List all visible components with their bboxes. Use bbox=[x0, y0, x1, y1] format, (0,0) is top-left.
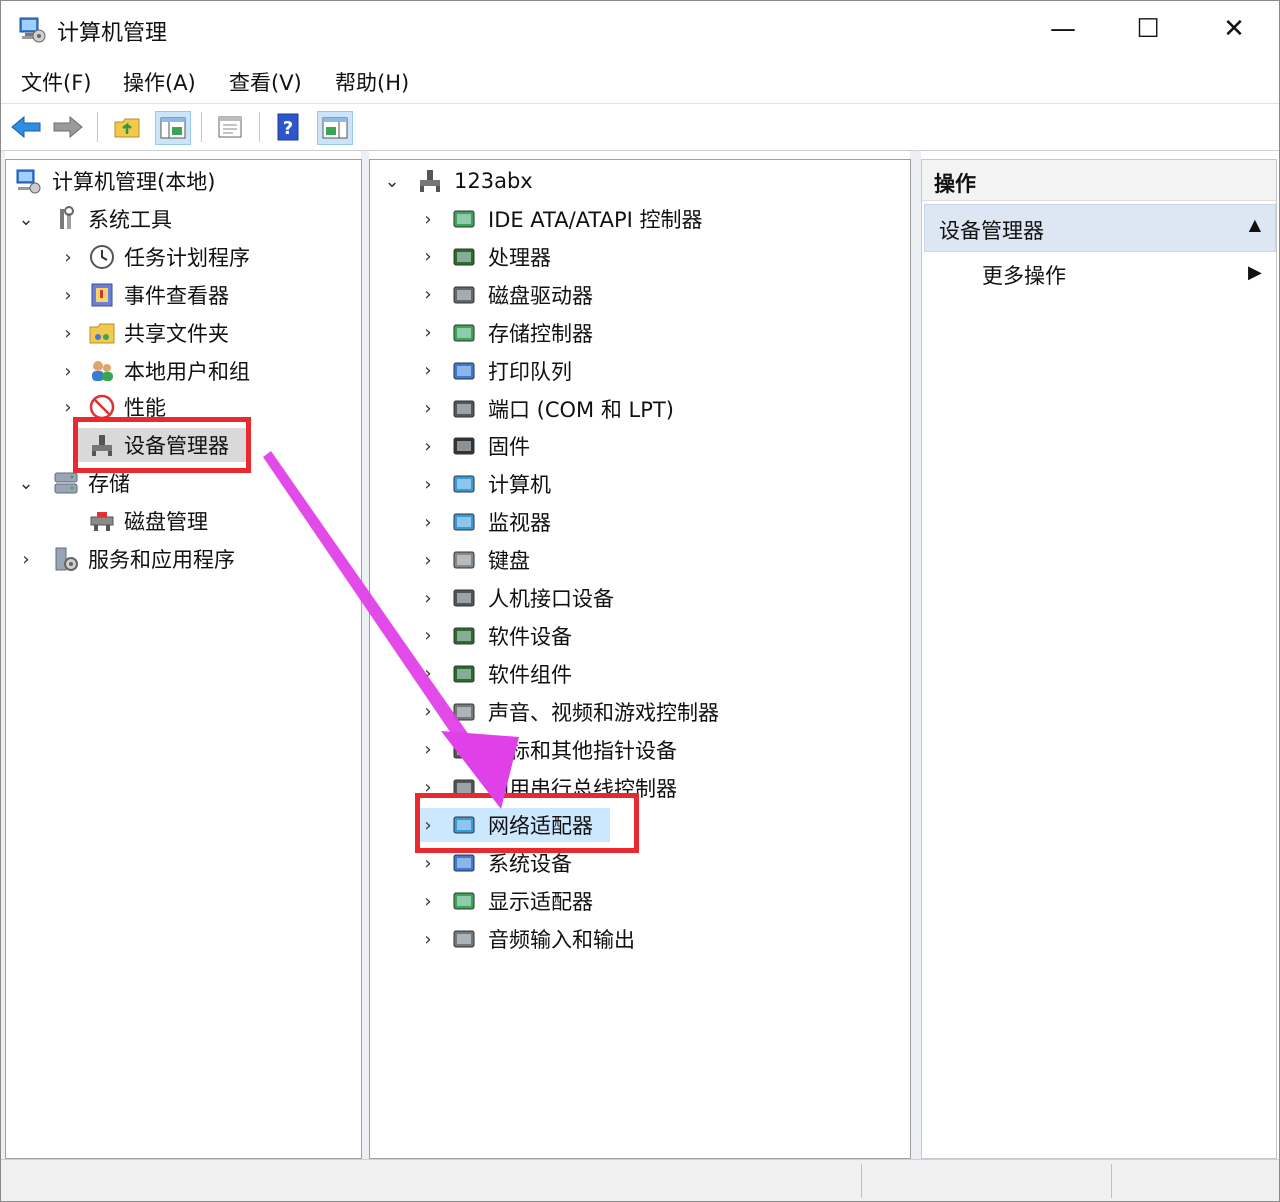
computer-management-window: 计算机管理 — ☐ ✕ 文件(F) 操作(A) 查看(V) 帮助(H) ? 计算… bbox=[0, 0, 1280, 1202]
annotation-arrow bbox=[263, 451, 519, 809]
